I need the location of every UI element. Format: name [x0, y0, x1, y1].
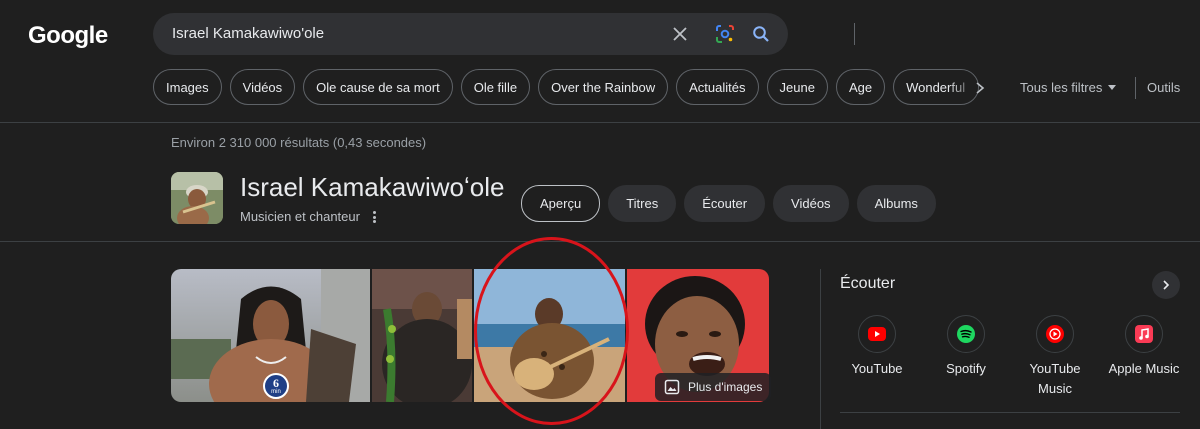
search-divider — [854, 23, 855, 45]
chip-over-the-rainbow[interactable]: Over the Rainbow — [538, 69, 669, 105]
tab-listen[interactable]: Écouter — [684, 185, 766, 222]
service-youtube[interactable]: YouTube — [832, 315, 922, 379]
chip-images[interactable]: Images — [153, 69, 222, 105]
entity-subtitle: Musicien et chanteur — [240, 209, 360, 224]
more-images-button[interactable]: Plus d'images — [655, 373, 772, 401]
chip-cause-of-death[interactable]: Ole cause de sa mort — [303, 69, 453, 105]
search-input[interactable]: Israel Kamakawiwo'ole — [172, 25, 324, 42]
image-thumbnail[interactable] — [372, 269, 472, 402]
more-options-icon[interactable] — [370, 209, 378, 225]
badge-number: 6 — [273, 376, 279, 390]
service-spotify[interactable]: Spotify — [921, 315, 1011, 379]
entity-title: Israel Kamakawiwoʻole — [240, 172, 505, 202]
tab-overview[interactable]: Aperçu — [521, 185, 601, 222]
tab-songs[interactable]: Titres — [608, 185, 677, 222]
close-icon[interactable] — [670, 24, 690, 44]
video-duration-badge: 6 min — [263, 373, 289, 399]
service-youtube-music[interactable]: YouTube Music — [1010, 315, 1100, 399]
apple-music-icon — [1125, 315, 1163, 353]
search-box[interactable]: Israel Kamakawiwo'ole — [153, 13, 855, 55]
chip-videos[interactable]: Vidéos — [229, 69, 296, 105]
service-label: Apple Music — [1108, 361, 1180, 376]
google-logo[interactable]: Google — [28, 22, 108, 50]
youtube-icon — [858, 315, 896, 353]
more-images-label: Plus d'images — [688, 380, 763, 394]
chip-age[interactable]: Age — [835, 69, 886, 105]
service-label: YouTube — [851, 361, 903, 376]
image-thumbnail[interactable]: 6 min — [171, 269, 371, 402]
chevron-right-icon[interactable] — [972, 78, 988, 98]
filter-chips: Images Vidéos Ole cause de sa mort Ole f… — [153, 69, 980, 107]
toolbar-divider — [1135, 77, 1136, 99]
chevron-right-icon[interactable] — [1152, 271, 1180, 299]
search-icon[interactable] — [751, 24, 771, 44]
spotify-icon — [947, 315, 985, 353]
chip-wonderful[interactable]: Wonderful — [893, 69, 980, 105]
image-icon — [664, 379, 680, 395]
image-thumbnail[interactable] — [473, 269, 626, 402]
chip-young[interactable]: Jeune — [766, 69, 828, 105]
all-filters-button[interactable]: Tous les filtres — [1020, 80, 1117, 95]
tools-button[interactable]: Outils — [1147, 80, 1180, 95]
service-apple-music[interactable]: Apple Music — [1099, 315, 1189, 379]
tab-albums[interactable]: Albums — [856, 185, 936, 222]
entity-thumbnail[interactable] — [171, 172, 223, 224]
entity-divider — [0, 241, 1200, 242]
result-stats: Environ 2 310 000 résultats (0,43 second… — [171, 135, 427, 150]
service-label: YouTube Music — [1029, 361, 1081, 396]
service-label: Spotify — [946, 361, 986, 376]
youtube-music-icon — [1036, 315, 1074, 353]
entity-tabs: Aperçu Titres Écouter Vidéos Albums — [521, 185, 936, 222]
google-lens-icon[interactable] — [715, 24, 735, 44]
side-panel-divider — [820, 269, 821, 429]
all-filters-label: Tous les filtres — [1020, 80, 1103, 95]
chip-daughter[interactable]: Ole fille — [460, 69, 531, 105]
caret-down-icon — [1108, 85, 1117, 90]
chip-news[interactable]: Actualités — [676, 69, 759, 105]
side-panel-divider — [840, 412, 1180, 413]
header-divider — [0, 122, 1200, 123]
tab-videos[interactable]: Vidéos — [773, 185, 849, 222]
badge-unit: min — [271, 389, 281, 395]
listen-title: Écouter — [840, 275, 896, 292]
